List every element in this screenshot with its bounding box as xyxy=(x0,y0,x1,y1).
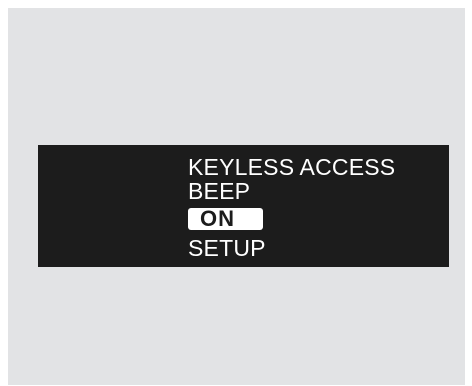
menu-title-line1: KEYLESS ACCESS xyxy=(188,154,396,180)
instrument-display: KEYLESS ACCESS BEEP ON SETUP xyxy=(38,145,449,267)
page-frame: KEYLESS ACCESS BEEP ON SETUP xyxy=(0,0,472,386)
selected-option-on[interactable]: ON xyxy=(188,208,263,230)
menu-title-line2: BEEP xyxy=(188,178,251,204)
setup-label: SETUP xyxy=(188,235,266,261)
